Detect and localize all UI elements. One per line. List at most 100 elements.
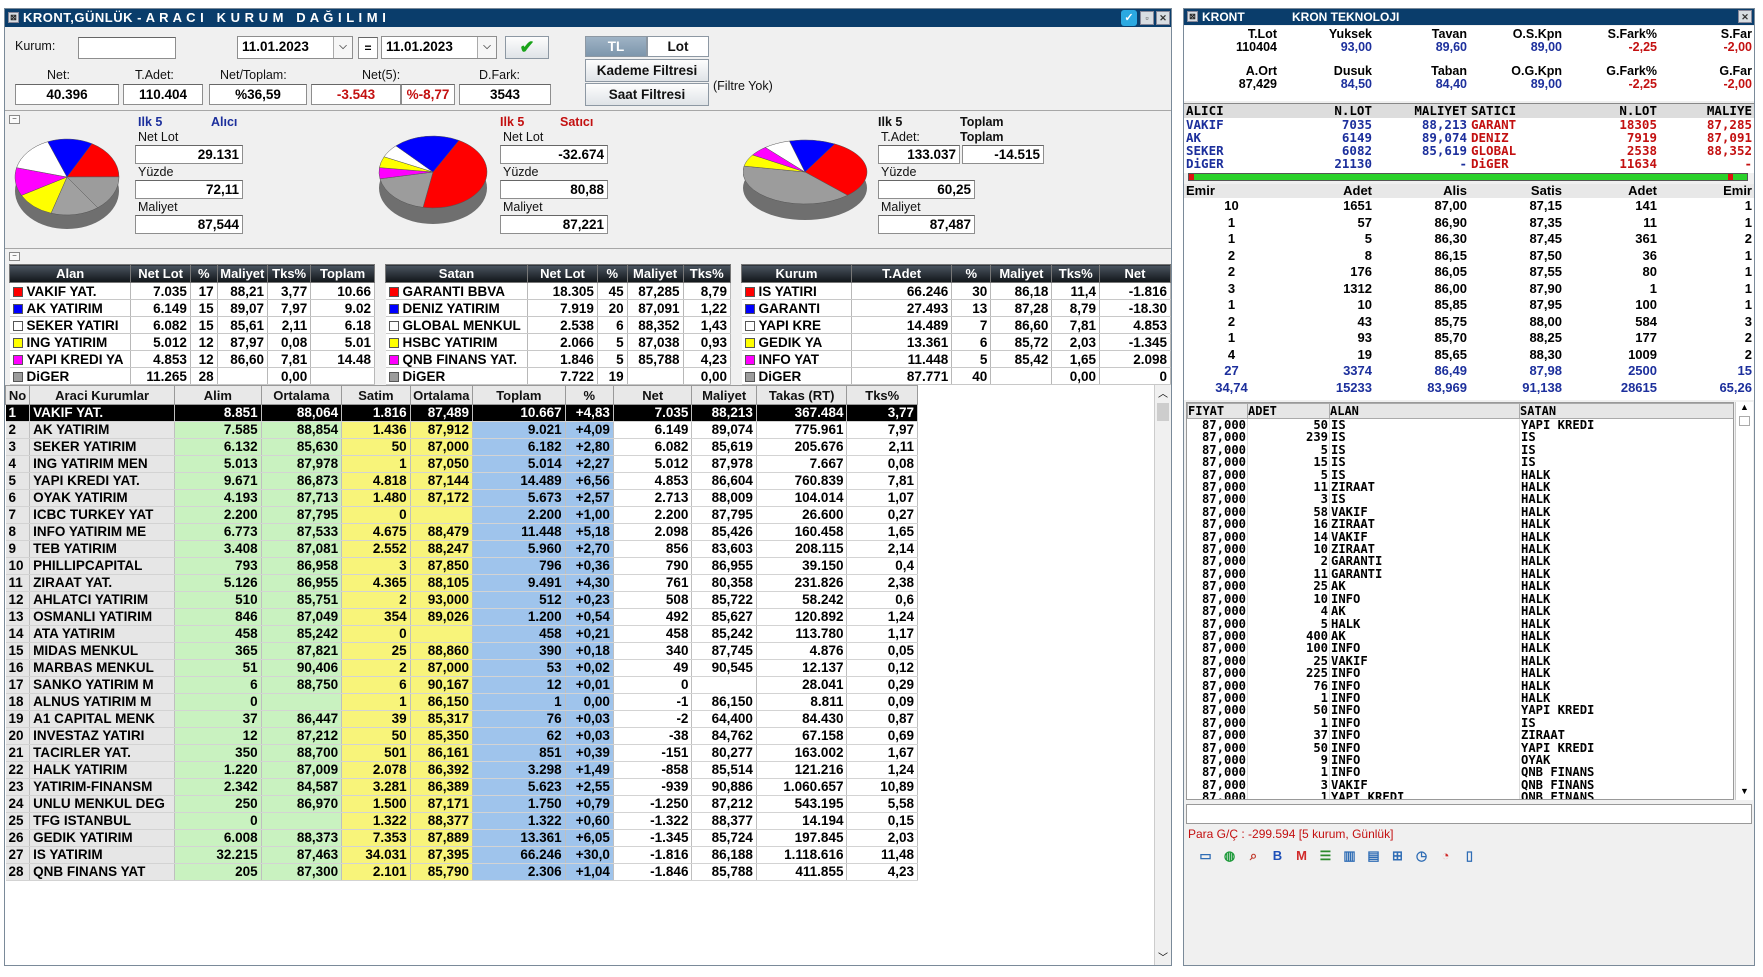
table-row[interactable]: 10 PHILLIPCAPITAL 793 86,958 3 87,850 796 +0,36… [5, 557, 918, 575]
table-row[interactable]: 5 YAPI KREDI YAT. 9.671 86,873 4.818 87,144 14… [5, 472, 918, 490]
column-header[interactable]: Ortalama [409, 385, 474, 405]
top5-row[interactable]: GARANTI BBVA 18.305 45 87,285 8,79 [385, 282, 732, 300]
trade-row[interactable]: 87,000 4 AK HALK [1187, 605, 1733, 618]
top5-row[interactable]: VAKIF YAT. 7.035 17 88,21 3,77 10.66 [9, 282, 375, 300]
trade-row[interactable]: 87,000 2 GARANTI HALK [1187, 555, 1733, 568]
trade-row[interactable]: 87,000 50 INFO YAPI KREDI [1187, 741, 1733, 754]
chevron-down-icon[interactable]: ⌵ [477, 37, 496, 58]
table-row[interactable]: 20 INVESTAZ YATIRI 12 87,212 50 85,350 62 +0,03… [5, 727, 918, 745]
monitor-icon[interactable]: ▭ [1196, 846, 1215, 865]
trade-row[interactable]: 87,000 50 INFO YAPI KREDI [1187, 704, 1733, 717]
column-header[interactable]: % [596, 264, 628, 283]
depth-row[interactable]: 1 57 86,90 87,35 11 1 [1184, 215, 1754, 232]
trade-row[interactable]: 87,000 400 AK HALK [1187, 629, 1733, 642]
column-header[interactable]: Net Lot [527, 264, 598, 283]
top5-row[interactable]: YAPI KRE 14.489 7 86,60 7,81 4.853 [741, 316, 1171, 334]
column-header[interactable]: Maliyet [216, 264, 269, 283]
column-header[interactable]: % [564, 385, 614, 405]
search-chart-icon[interactable]: ⌕ [1244, 846, 1263, 865]
table-row[interactable]: 23 YATIRIM-FINANSM 2.342 84,587 3.281 86,389 5… [5, 778, 918, 796]
scroll-thumb[interactable] [1157, 403, 1169, 421]
table-row[interactable]: 21 TACIRLER YAT. 350 88,700 501 86,161 851 +0,3… [5, 744, 918, 762]
table-row[interactable]: 17 SANKO YATIRIM M 6 88,750 6 90,167 12 +0,01 0 2… [5, 676, 918, 694]
trade-row[interactable]: 87,000 9 INFO OYAK [1187, 754, 1733, 766]
column-header[interactable]: Tks% [846, 385, 918, 405]
column-header[interactable]: Net [612, 385, 693, 405]
top5-row[interactable]: ING YATIRIM 5.012 12 87,97 0,08 5.01 [9, 333, 375, 351]
trade-row[interactable]: 87,000 5 HALK HALK [1187, 617, 1733, 630]
collapse-icon[interactable]: − [9, 115, 20, 124]
table-row[interactable]: 15 MIDAS MENKUL 365 87,821 25 88,860 390 +0,18 3… [5, 642, 918, 660]
column-header[interactable]: Satim [341, 385, 411, 405]
broker-summary-row[interactable]: VAKIF 7035 88,213 GARANT 18305 87,285 [1184, 118, 1754, 131]
trade-row[interactable]: 87,000 10 ZIRAAT HALK [1187, 543, 1733, 555]
column-header[interactable]: Alan [8, 264, 132, 283]
bar-chart-icon[interactable]: ▥ [1340, 846, 1359, 865]
broker-summary-row[interactable]: DiGER 21130- DiGER 11634- [1184, 157, 1754, 170]
trade-row[interactable]: 87,000 58 VAKIF HALK [1187, 505, 1733, 518]
book-icon[interactable]: ▯ [1460, 846, 1479, 865]
depth-row[interactable]: 2 176 86,05 87,55 80 1 [1184, 264, 1754, 281]
table-row[interactable]: 2 AK YATIRIM 7.585 88,854 1.436 87,912 9.021 +4… [5, 421, 918, 439]
trade-row[interactable]: 87,000 1 INFO HALK [1187, 692, 1733, 704]
depth-row[interactable]: 1 93 85,70 88,25 177 2 [1184, 330, 1754, 347]
table-row[interactable]: 12 AHLATCI YATIRIM 510 85,751 2 93,000 512 +0,2… [5, 591, 918, 609]
table-row[interactable]: 24 UNLU MENKUL DEG 250 86,970 1.500 87,171 1.7… [5, 795, 918, 813]
top5-row[interactable]: DiGER 87.771 40 0,00 0 [741, 367, 1171, 385]
top5-row[interactable]: GARANTI 27.493 13 87,28 8,79 -18.30 [741, 299, 1171, 317]
column-header[interactable]: Maliyet [990, 264, 1053, 283]
saat-filter-button[interactable]: Saat Filtresi [585, 83, 709, 106]
vertical-scrollbar[interactable]: ︿ ﹀ [1154, 385, 1171, 965]
twitter-icon[interactable]: ✓ [1121, 10, 1137, 26]
trade-row[interactable]: 87,000 37 INFO ZIRAAT [1187, 729, 1733, 742]
table-row[interactable]: 16 MARBAS MENKUL 51 90,406 2 87,000 53 +0,02 49 9… [5, 659, 918, 677]
top5-row[interactable]: QNB FINANS YAT. 1.846 5 85,788 4,23 [385, 350, 732, 368]
trade-row[interactable]: 87,000 3 IS HALK [1187, 493, 1733, 506]
chevron-down-icon[interactable]: ⌵ [333, 37, 352, 58]
top5-row[interactable]: HSBC YATIRIM 2.066 5 87,038 0,93 [385, 333, 732, 351]
column-header[interactable]: Net Lot [130, 264, 191, 283]
column-header[interactable]: Tks% [1051, 264, 1101, 283]
depth-row[interactable]: 3 1312 86,00 87,90 1 1 [1184, 281, 1754, 298]
top5-row[interactable]: GEDIK YA 13.361 6 85,72 2,03 -1.345 [741, 333, 1171, 351]
collapse-icon[interactable]: − [9, 252, 20, 261]
system-menu-icon[interactable]: ⊠ [1187, 11, 1198, 22]
pie-icon[interactable]: ◔ [1436, 846, 1455, 865]
column-header[interactable]: Toplam [472, 385, 566, 405]
top5-row[interactable]: DiGER 11.265 28 0,00 [9, 367, 375, 385]
trade-row[interactable]: 87,000 15 IS IS [1187, 456, 1733, 469]
trade-row[interactable]: 87,000 50 IS YAPI KREDI [1187, 418, 1733, 432]
top5-row[interactable]: GLOBAL MENKUL 2.538 6 88,352 1,43 [385, 316, 732, 334]
table-row[interactable]: 7 ICBC TURKEY YAT 2.200 87,795 0 2.200 +1,00 2.… [5, 506, 918, 524]
depth-row[interactable]: 1 5 86,30 87,45 361 2 [1184, 231, 1754, 248]
trade-row[interactable]: 87,000 5 IS IS [1187, 443, 1733, 456]
table-row[interactable]: 18 ALNUS YATIRIM M 0 1 86,150 1 0,00 -1 86,150 8.… [5, 693, 918, 711]
top5-row[interactable]: INFO YAT 11.448 5 85,42 1,65 2.098 [741, 350, 1171, 368]
trade-row[interactable]: 87,000 14 VAKIF HALK [1187, 530, 1733, 543]
column-header[interactable]: Net [1099, 264, 1171, 283]
bold-b-icon[interactable]: B [1268, 846, 1287, 865]
trade-row[interactable]: 87,000 11 ZIRAAT HALK [1187, 481, 1733, 493]
column-header[interactable]: Satan [385, 264, 528, 283]
table-row[interactable]: 19 A1 CAPITAL MENK 37 86,447 39 85,317 76 +0,03… [5, 710, 918, 728]
column-header[interactable]: Maliyet [691, 385, 757, 405]
table-row[interactable]: 27 IS YATIRIM 32.215 87,463 34.031 87,395 66.2… [5, 846, 918, 864]
trade-row[interactable]: 87,000 100 INFO HALK [1187, 642, 1733, 655]
table-row[interactable]: 26 GEDIK YATIRIM 6.008 88,373 7.353 87,889 13.… [5, 829, 918, 847]
globe-icon[interactable]: ◍ [1220, 846, 1239, 865]
table-row[interactable]: 25 TFG ISTANBUL 0 1.322 88,377 1.322 +0,60 -1.3… [5, 812, 918, 830]
restore-icon[interactable]: ▫ [1140, 11, 1154, 25]
trade-row[interactable]: 87,000 239 IS IS [1187, 431, 1733, 444]
column-header[interactable]: T.Adet [850, 264, 953, 283]
broker-summary-row[interactable]: AK 6149 89,074 DENIZ 7919 87,091 [1184, 131, 1754, 144]
org-chart-icon[interactable]: ⊞ [1388, 846, 1407, 865]
trade-row[interactable]: 87,000 1 YAPI KREDI QNB FINANS [1187, 791, 1733, 799]
table-row[interactable]: 11 ZIRAAT YAT. 5.126 86,955 4.365 88,105 9.491… [5, 574, 918, 592]
apply-button[interactable]: ✔ [505, 36, 549, 59]
table-row[interactable]: 13 OSMANLI YATIRIM 846 87,049 354 89,026 1.200… [5, 608, 918, 626]
top5-row[interactable]: AK YATIRIM 6.149 15 89,07 7,97 9.02 [9, 299, 375, 317]
trades-scrollbar[interactable]: ▲ ▼ [1735, 402, 1753, 800]
table-row[interactable]: 22 HALK YATIRIM 1.220 87,009 2.078 86,392 3.29… [5, 761, 918, 779]
top5-row[interactable]: IS YATIRI 66.246 30 86,18 11,4 -1.816 [741, 282, 1171, 300]
table-row[interactable]: 14 ATA YATIRIM 458 85,242 0 458 +0,21 458 85,242… [5, 625, 918, 643]
